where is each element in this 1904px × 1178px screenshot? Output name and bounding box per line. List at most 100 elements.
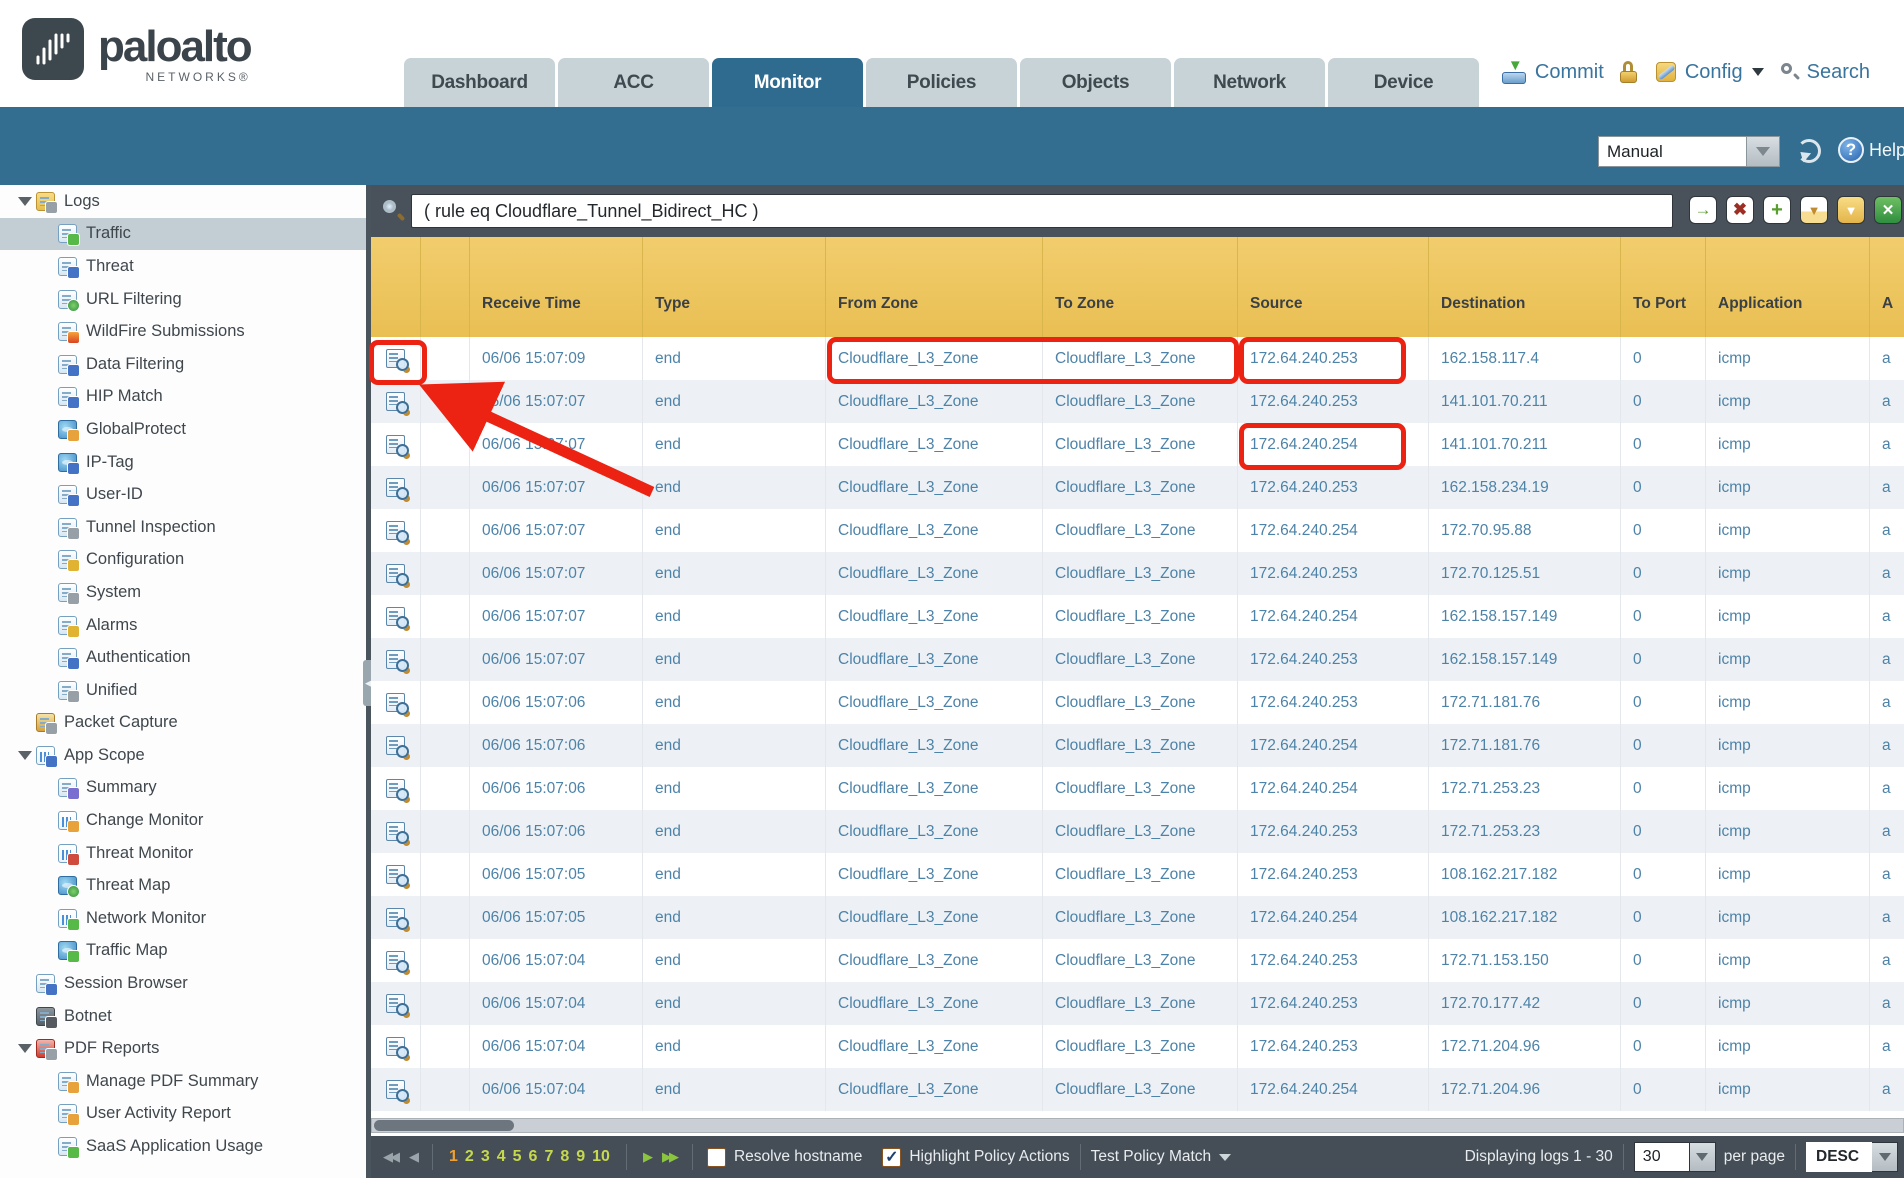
log-detail-icon[interactable]	[386, 736, 405, 755]
page-number-4[interactable]: 4	[497, 1148, 506, 1166]
help-button[interactable]: ? Help	[1838, 137, 1904, 163]
sidebar-item-unified[interactable]: Unified	[0, 674, 366, 707]
column-header-blank-0[interactable]	[371, 237, 421, 337]
prev-page-button[interactable]: ◀	[409, 1149, 416, 1165]
column-header-blank-1[interactable]	[421, 237, 470, 337]
log-detail-icon[interactable]	[386, 435, 405, 454]
commit-button[interactable]: ▼ Commit	[1502, 60, 1604, 84]
sidebar-item-pdf-reports[interactable]: PDF Reports	[0, 1032, 366, 1065]
log-detail-icon[interactable]	[386, 392, 405, 411]
page-number-7[interactable]: 7	[544, 1148, 553, 1166]
sidebar-item-user-activity-report[interactable]: User Activity Report	[0, 1098, 366, 1131]
column-header-source[interactable]: Source	[1238, 237, 1429, 337]
sidebar-item-session-browser[interactable]: Session Browser	[0, 967, 366, 1000]
page-number-5[interactable]: 5	[513, 1148, 522, 1166]
filter-builder-icon[interactable]: ▼	[1800, 196, 1828, 224]
tab-acc[interactable]: ACC	[558, 58, 709, 107]
per-page-input[interactable]	[1634, 1142, 1690, 1172]
expand-arrow-pdf-reports[interactable]	[14, 1039, 36, 1058]
refresh-mode-select[interactable]	[1598, 136, 1780, 167]
sidebar-item-system[interactable]: System	[0, 576, 366, 609]
log-detail-icon[interactable]	[386, 564, 405, 583]
sidebar-item-app-scope[interactable]: App Scope	[0, 739, 366, 772]
expand-arrow-app-scope[interactable]	[14, 746, 36, 765]
sidebar-item-manage-pdf-summary[interactable]: Manage PDF Summary	[0, 1065, 366, 1098]
apply-filter-icon[interactable]: →	[1689, 196, 1717, 224]
sidebar-item-user-id[interactable]: User-ID	[0, 478, 366, 511]
sidebar-item-botnet[interactable]: Botnet	[0, 1000, 366, 1033]
sidebar-item-threat[interactable]: Threat	[0, 250, 366, 283]
filter-query-input[interactable]	[411, 194, 1673, 228]
load-filter-icon[interactable]: ▼	[1837, 196, 1865, 224]
log-detail-icon[interactable]	[386, 521, 405, 540]
sidebar-item-globalprotect[interactable]: GlobalProtect	[0, 413, 366, 446]
page-number-2[interactable]: 2	[465, 1148, 474, 1166]
sidebar-item-tunnel-inspection[interactable]: Tunnel Inspection	[0, 511, 366, 544]
log-detail-icon[interactable]	[386, 607, 405, 626]
log-detail-icon[interactable]	[386, 994, 405, 1013]
first-page-button[interactable]: ◀◀	[383, 1149, 397, 1165]
log-detail-icon[interactable]	[386, 1080, 405, 1099]
column-header-type[interactable]: Type	[643, 237, 826, 337]
column-header-application[interactable]: Application	[1706, 237, 1870, 337]
horizontal-scrollbar-thumb[interactable]	[374, 1120, 514, 1131]
clear-filter-icon[interactable]: ✖	[1726, 196, 1754, 224]
refresh-mode-dropdown-arrow[interactable]	[1746, 136, 1780, 167]
column-header-to-zone[interactable]: To Zone	[1043, 237, 1238, 337]
log-detail-icon[interactable]	[386, 908, 405, 927]
sidebar-item-logs[interactable]: Logs	[0, 185, 366, 218]
resolve-hostname-checkbox[interactable]	[707, 1148, 726, 1167]
log-detail-icon[interactable]	[386, 951, 405, 970]
log-detail-icon[interactable]	[386, 693, 405, 712]
sidebar-item-url-filtering[interactable]: URL Filtering	[0, 283, 366, 316]
tab-objects[interactable]: Objects	[1020, 58, 1171, 107]
sidebar-item-configuration[interactable]: Configuration	[0, 544, 366, 577]
log-detail-icon[interactable]	[386, 779, 405, 798]
export-logs-icon[interactable]: ✕	[1874, 196, 1902, 224]
page-number-1[interactable]: 1	[449, 1148, 458, 1166]
last-page-button[interactable]: ▶▶	[662, 1149, 676, 1165]
sidebar-item-authentication[interactable]: Authentication	[0, 641, 366, 674]
column-header-to-port[interactable]: To Port	[1621, 237, 1706, 337]
log-detail-icon[interactable]	[386, 349, 405, 368]
column-header-from-zone[interactable]: From Zone	[826, 237, 1043, 337]
log-detail-icon[interactable]	[386, 650, 405, 669]
search-button[interactable]: Search	[1780, 61, 1870, 84]
refresh-mode-value[interactable]	[1598, 136, 1746, 167]
tab-monitor[interactable]: Monitor	[712, 58, 863, 107]
refresh-icon[interactable]	[1797, 139, 1821, 163]
page-number-3[interactable]: 3	[481, 1148, 490, 1166]
sidebar-item-traffic-map[interactable]: Traffic Map	[0, 935, 366, 968]
sidebar-item-network-monitor[interactable]: Network Monitor	[0, 902, 366, 935]
page-number-9[interactable]: 9	[576, 1148, 585, 1166]
tab-network[interactable]: Network	[1174, 58, 1325, 107]
tab-policies[interactable]: Policies	[866, 58, 1017, 107]
sidebar-item-saas-application-usage[interactable]: SaaS Application Usage	[0, 1130, 366, 1163]
column-header-a[interactable]: A	[1870, 237, 1904, 337]
column-header-destination[interactable]: Destination	[1429, 237, 1621, 337]
highlight-policy-actions-checkbox[interactable]: ✓	[882, 1148, 901, 1167]
add-filter-icon[interactable]: +	[1763, 196, 1791, 224]
sidebar-item-threat-map[interactable]: Threat Map	[0, 869, 366, 902]
log-detail-icon[interactable]	[386, 865, 405, 884]
sidebar-item-alarms[interactable]: Alarms	[0, 609, 366, 642]
tab-device[interactable]: Device	[1328, 58, 1479, 107]
sidebar-item-ip-tag[interactable]: IP-Tag	[0, 446, 366, 479]
sidebar-item-packet-capture[interactable]: Packet Capture	[0, 707, 366, 740]
lock-icon[interactable]	[1620, 61, 1638, 83]
sidebar-item-traffic[interactable]: Traffic	[0, 218, 366, 251]
sort-order-select[interactable]: DESC	[1806, 1142, 1872, 1172]
sidebar-item-data-filtering[interactable]: Data Filtering	[0, 348, 366, 381]
sidebar-item-change-monitor[interactable]: Change Monitor	[0, 804, 366, 837]
page-number-6[interactable]: 6	[529, 1148, 538, 1166]
expand-arrow-logs[interactable]	[14, 192, 36, 211]
sidebar-item-hip-match[interactable]: HIP Match	[0, 381, 366, 414]
page-number-10[interactable]: 10	[592, 1148, 610, 1166]
horizontal-scrollbar[interactable]	[371, 1118, 1904, 1133]
sidebar-item-summary[interactable]: Summary	[0, 772, 366, 805]
next-page-button[interactable]: ▶	[643, 1149, 650, 1165]
tab-dashboard[interactable]: Dashboard	[404, 58, 555, 107]
test-policy-match-button[interactable]: Test Policy Match	[1091, 1148, 1232, 1166]
log-detail-icon[interactable]	[386, 478, 405, 497]
sidebar-item-threat-monitor[interactable]: Threat Monitor	[0, 837, 366, 870]
